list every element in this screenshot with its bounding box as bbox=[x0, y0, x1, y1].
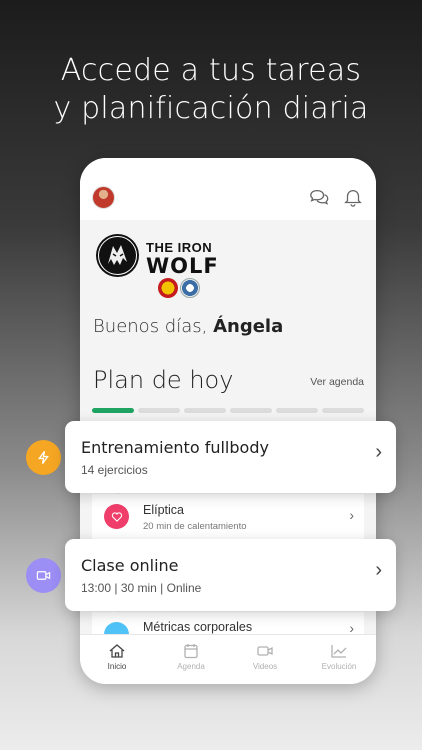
brand-title-line-1: THE IRON bbox=[146, 240, 213, 255]
progress-segment bbox=[276, 408, 318, 413]
top-bar bbox=[80, 158, 376, 220]
list-item-metricas[interactable]: Métricas corporales › bbox=[92, 612, 364, 647]
tab-label: Videos bbox=[252, 662, 278, 671]
card-title: Clase online bbox=[81, 556, 179, 575]
list-item-title: Elíptica bbox=[143, 503, 184, 517]
calendar-icon bbox=[184, 644, 198, 659]
headline: Accede a tus tareas y planificación diar… bbox=[0, 52, 422, 128]
chevron-right-icon: › bbox=[349, 507, 354, 523]
chevron-right-icon: › bbox=[375, 559, 382, 581]
greeting-prefix: Buenos días, bbox=[93, 316, 208, 337]
bell-icon[interactable] bbox=[342, 186, 364, 208]
avatar[interactable] bbox=[92, 186, 115, 209]
ver-agenda-link[interactable]: Ver agenda bbox=[310, 376, 364, 388]
tab-videos[interactable]: Videos bbox=[228, 635, 302, 684]
progress-segment bbox=[92, 408, 134, 413]
brand-title-line-2: WOLF bbox=[146, 254, 219, 278]
video-icon bbox=[26, 558, 61, 593]
home-icon bbox=[109, 644, 125, 658]
tab-evolucion[interactable]: Evolución bbox=[302, 635, 376, 684]
federation-badge-icon bbox=[158, 278, 178, 298]
progress-segment bbox=[184, 408, 226, 413]
headline-line-2: y planificación diaria bbox=[53, 91, 369, 126]
wolf-logo-icon bbox=[96, 234, 139, 277]
chat-icon[interactable] bbox=[308, 186, 330, 208]
progress-segment bbox=[230, 408, 272, 413]
card-subtitle: 14 ejercicios bbox=[81, 463, 148, 477]
card-clase-online[interactable]: Clase online 13:00 | 30 min | Online › bbox=[65, 539, 396, 611]
brand-logo: THE IRON WOLF bbox=[96, 234, 236, 298]
tab-agenda[interactable]: Agenda bbox=[154, 635, 228, 684]
plan-title: Plan de hoy bbox=[93, 366, 234, 394]
card-entrenamiento[interactable]: Entrenamiento fullbody 14 ejercicios › bbox=[65, 421, 396, 493]
tab-inicio[interactable]: Inicio bbox=[80, 635, 154, 684]
club-badge-icon bbox=[180, 278, 200, 298]
headline-line-1: Accede a tus tareas bbox=[60, 53, 362, 88]
card-title: Entrenamiento fullbody bbox=[81, 438, 269, 457]
heart-icon bbox=[104, 504, 129, 529]
progress-segment bbox=[322, 408, 364, 413]
chevron-right-icon: › bbox=[375, 441, 382, 463]
tab-label: Evolución bbox=[321, 662, 357, 671]
list-item-title: Métricas corporales bbox=[143, 620, 253, 634]
chart-icon bbox=[331, 645, 347, 658]
lightning-icon bbox=[26, 440, 61, 475]
plan-progress bbox=[92, 408, 364, 413]
greeting: Buenos días, Ángela bbox=[93, 316, 283, 337]
tab-label: Inicio bbox=[107, 662, 127, 671]
list-item-subtitle: 20 min de calentamiento bbox=[143, 521, 247, 532]
greeting-name: Ángela bbox=[213, 316, 284, 337]
camera-icon bbox=[257, 646, 273, 656]
progress-segment bbox=[138, 408, 180, 413]
tab-label: Agenda bbox=[177, 662, 205, 671]
card-subtitle: 13:00 | 30 min | Online bbox=[81, 581, 202, 595]
bottom-tab-bar: Inicio Agenda Videos Evolución bbox=[80, 634, 376, 684]
list-item-eliptica[interactable]: Elíptica 20 min de calentamiento › bbox=[92, 494, 364, 540]
